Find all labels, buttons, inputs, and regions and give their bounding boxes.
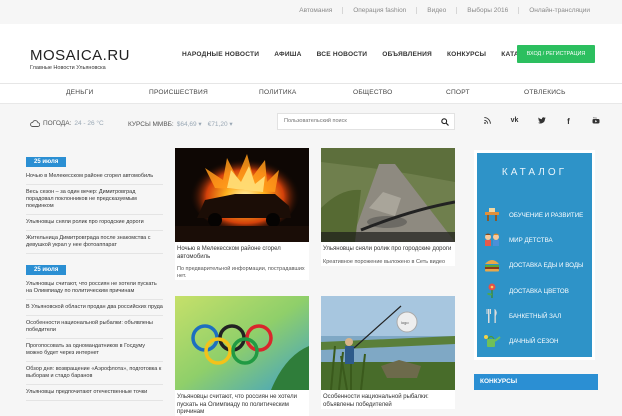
rss-icon[interactable] — [474, 117, 501, 126]
news-image-fishing[interactable]: logo — [321, 296, 455, 390]
news-card[interactable]: Ульяновцы сняли ролик про городские доро… — [321, 148, 455, 266]
cat-sport[interactable]: СПОРТ — [446, 89, 470, 96]
top-links: Автомания Операция fashion Видео Выборы … — [289, 7, 600, 14]
catalog-item-label: БАНКЕТНЫЙ ЗАЛ — [509, 312, 562, 320]
eur-rate[interactable]: €71,20 ▾ — [208, 120, 233, 128]
cloud-icon — [30, 120, 40, 127]
social-links: vk f You — [474, 117, 609, 126]
currency-rates: КУРСЫ ММВБ: $64,69 ▾ €71,20 ▾ — [128, 120, 233, 129]
news-item[interactable]: Ульяновцы предпочитают отечественные точ… — [26, 389, 163, 401]
catalog-item-flowers[interactable]: ДОСТАВКА ЦВЕТОВ — [482, 283, 569, 298]
cat-distract[interactable]: ОТВЛЕКИСЬ — [524, 89, 566, 96]
news-image-road[interactable] — [321, 148, 455, 242]
news-image-burning-car[interactable] — [175, 148, 309, 242]
svg-text:You: You — [593, 118, 598, 120]
news-item[interactable]: Ульяновцы считают, что россиян не хотели… — [26, 281, 163, 300]
catalog-item-education[interactable]: ОБУЧЕНИЕ И РАЗВИТИЕ — [482, 208, 583, 222]
news-item[interactable]: Обзор дня: возвращение «Аэрофлота», подг… — [26, 366, 163, 385]
site-header: MOSAICA.RU Главные Новости Ульяновска НА… — [0, 24, 622, 84]
youtube-icon[interactable]: You — [582, 117, 609, 126]
date-badge: 25 июля — [26, 157, 67, 167]
nav-contests[interactable]: КОНКУРСЫ — [447, 51, 486, 58]
nav-afisha[interactable]: АФИША — [274, 51, 301, 58]
search-box — [277, 113, 455, 130]
nav-all-news[interactable]: ВСЕ НОВОСТИ — [317, 51, 368, 58]
top-link-fashion[interactable]: Операция fashion — [342, 7, 416, 14]
search-input[interactable] — [284, 118, 434, 124]
usd-rate[interactable]: $64,69 ▾ — [177, 120, 202, 128]
login-register-button[interactable]: ВХОД / РЕГИСТРАЦИЯ — [517, 45, 595, 63]
category-nav: ДЕНЬГИ ПРОИСШЕСТВИЯ ПОЛИТИКА ОБЩЕСТВО СП… — [0, 84, 622, 104]
vk-icon[interactable]: vk — [501, 117, 528, 126]
cat-money[interactable]: ДЕНЬГИ — [66, 89, 93, 96]
news-card[interactable]: Ульяновцы считают, что россиян не хотели… — [175, 296, 309, 416]
news-card-title[interactable]: Ульяновцы считают, что россиян не хотели… — [175, 390, 309, 416]
news-card-desc: По предварительной информации, пострадав… — [177, 266, 305, 279]
catalog-item-label: ОБУЧЕНИЕ И РАЗВИТИЕ — [509, 211, 584, 219]
burger-icon — [482, 258, 502, 272]
catalog-item-label: ДОСТАВКА ЕДЫ И ВОДЫ — [509, 261, 584, 269]
main-nav: НАРОДНЫЕ НОВОСТИ АФИША ВСЕ НОВОСТИ ОБЪЯВ… — [182, 51, 548, 58]
top-link-elections[interactable]: Выборы 2016 — [456, 7, 518, 14]
news-item[interactable]: Весь сезон – за один вечер: Димитровград… — [26, 189, 163, 215]
cat-incidents[interactable]: ПРОИСШЕСТВИЯ — [149, 89, 208, 96]
news-card-title[interactable]: Ночью в Мелекесском районе сгорел автомо… — [175, 242, 309, 261]
news-feed: 25 июля Ночью в Мелекесском районе сгоре… — [26, 150, 163, 405]
logo-tagline: Главные Новости Ульяновска — [30, 65, 106, 71]
news-item[interactable]: Ночью в Мелекесском районе сгорел автомо… — [26, 173, 163, 185]
catalog-item-label: ДАЧНЫЙ СЕЗОН — [509, 337, 559, 345]
weather-label: ПОГОДА: — [43, 120, 72, 127]
logo-name[interactable]: MOSAICA.RU — [30, 48, 130, 64]
nav-ads[interactable]: ОБЪЯВЛЕНИЯ — [382, 51, 432, 58]
catalog-item-label: ДОСТАВКА ЦВЕТОВ — [509, 287, 569, 295]
date-badge: 25 июля — [26, 265, 67, 275]
cat-politics[interactable]: ПОЛИТИКА — [259, 89, 296, 96]
search-icon[interactable] — [441, 118, 449, 126]
news-item[interactable]: В Ульяновской области продан два российс… — [26, 304, 163, 316]
top-link-video[interactable]: Видео — [416, 7, 456, 14]
news-card-title[interactable]: Ульяновцы сняли ролик про городские доро… — [321, 242, 455, 254]
children-icon — [482, 233, 502, 247]
site-logo[interactable]: MOSAICA.RU Главные Новости Ульяновска — [30, 48, 130, 72]
news-card[interactable]: logo Особенности национальной рыбалки: о… — [321, 296, 455, 409]
rates-label: КУРСЫ ММВБ: — [128, 120, 174, 128]
news-item[interactable]: Прогопосовать за одномандатников в Госду… — [26, 343, 163, 362]
news-item[interactable]: Жительница Димитровграда после знакомств… — [26, 235, 163, 254]
catalog-item-food-delivery[interactable]: ДОСТАВКА ЕДЫ И ВОДЫ — [482, 258, 584, 272]
news-card-desc: Креативное порожение выложено в Сеть вид… — [323, 258, 446, 265]
catalog-item-label: МИР ДЕТСТВА — [509, 236, 553, 244]
top-link-online[interactable]: Онлайн-трансляции — [518, 7, 600, 14]
catalog-item-banquet-hall[interactable]: БАНКЕТНЫЙ ЗАЛ — [482, 309, 561, 323]
cat-society[interactable]: ОБЩЕСТВО — [353, 89, 393, 96]
school-desk-icon — [482, 208, 502, 222]
contests-header[interactable]: КОНКУРСЫ — [474, 374, 598, 390]
nav-people-news[interactable]: НАРОДНЫЕ НОВОСТИ — [182, 51, 259, 58]
catalog-item-dacha-season[interactable]: ДАЧНЫЙ СЕЗОН — [482, 334, 558, 348]
catalog-title: КАТАЛОГ — [501, 167, 568, 178]
svg-text:logo: logo — [401, 320, 409, 325]
news-item[interactable]: Ульяновцы сняли ролик про городские доро… — [26, 219, 163, 231]
news-item[interactable]: Особенности национальной рыбалки: объявл… — [26, 320, 163, 339]
news-image-olympic-rings[interactable] — [175, 296, 309, 390]
top-bar: Автомания Операция fashion Видео Выборы … — [0, 0, 622, 24]
weather-widget[interactable]: ПОГОДА: 24 - 26 °С — [30, 120, 104, 127]
flower-icon — [482, 283, 502, 298]
catalog-item-childhood[interactable]: МИР ДЕТСТВА — [482, 233, 553, 247]
news-card[interactable]: Ночью в Мелекесском районе сгорел автомо… — [175, 148, 309, 280]
facebook-icon[interactable]: f — [555, 117, 582, 126]
catalog-panel: КАТАЛОГ ОБУЧЕНИЕ И РАЗВИТИЕ МИР ДЕТСТВА … — [474, 150, 595, 360]
cutlery-icon — [482, 309, 502, 323]
watering-can-icon — [482, 334, 502, 348]
news-card-title[interactable]: Особенности национальной рыбалки: объявл… — [321, 390, 455, 409]
weather-value: 24 - 26 °С — [74, 120, 104, 127]
twitter-icon[interactable] — [528, 117, 555, 126]
top-link-automania[interactable]: Автомания — [289, 7, 342, 14]
